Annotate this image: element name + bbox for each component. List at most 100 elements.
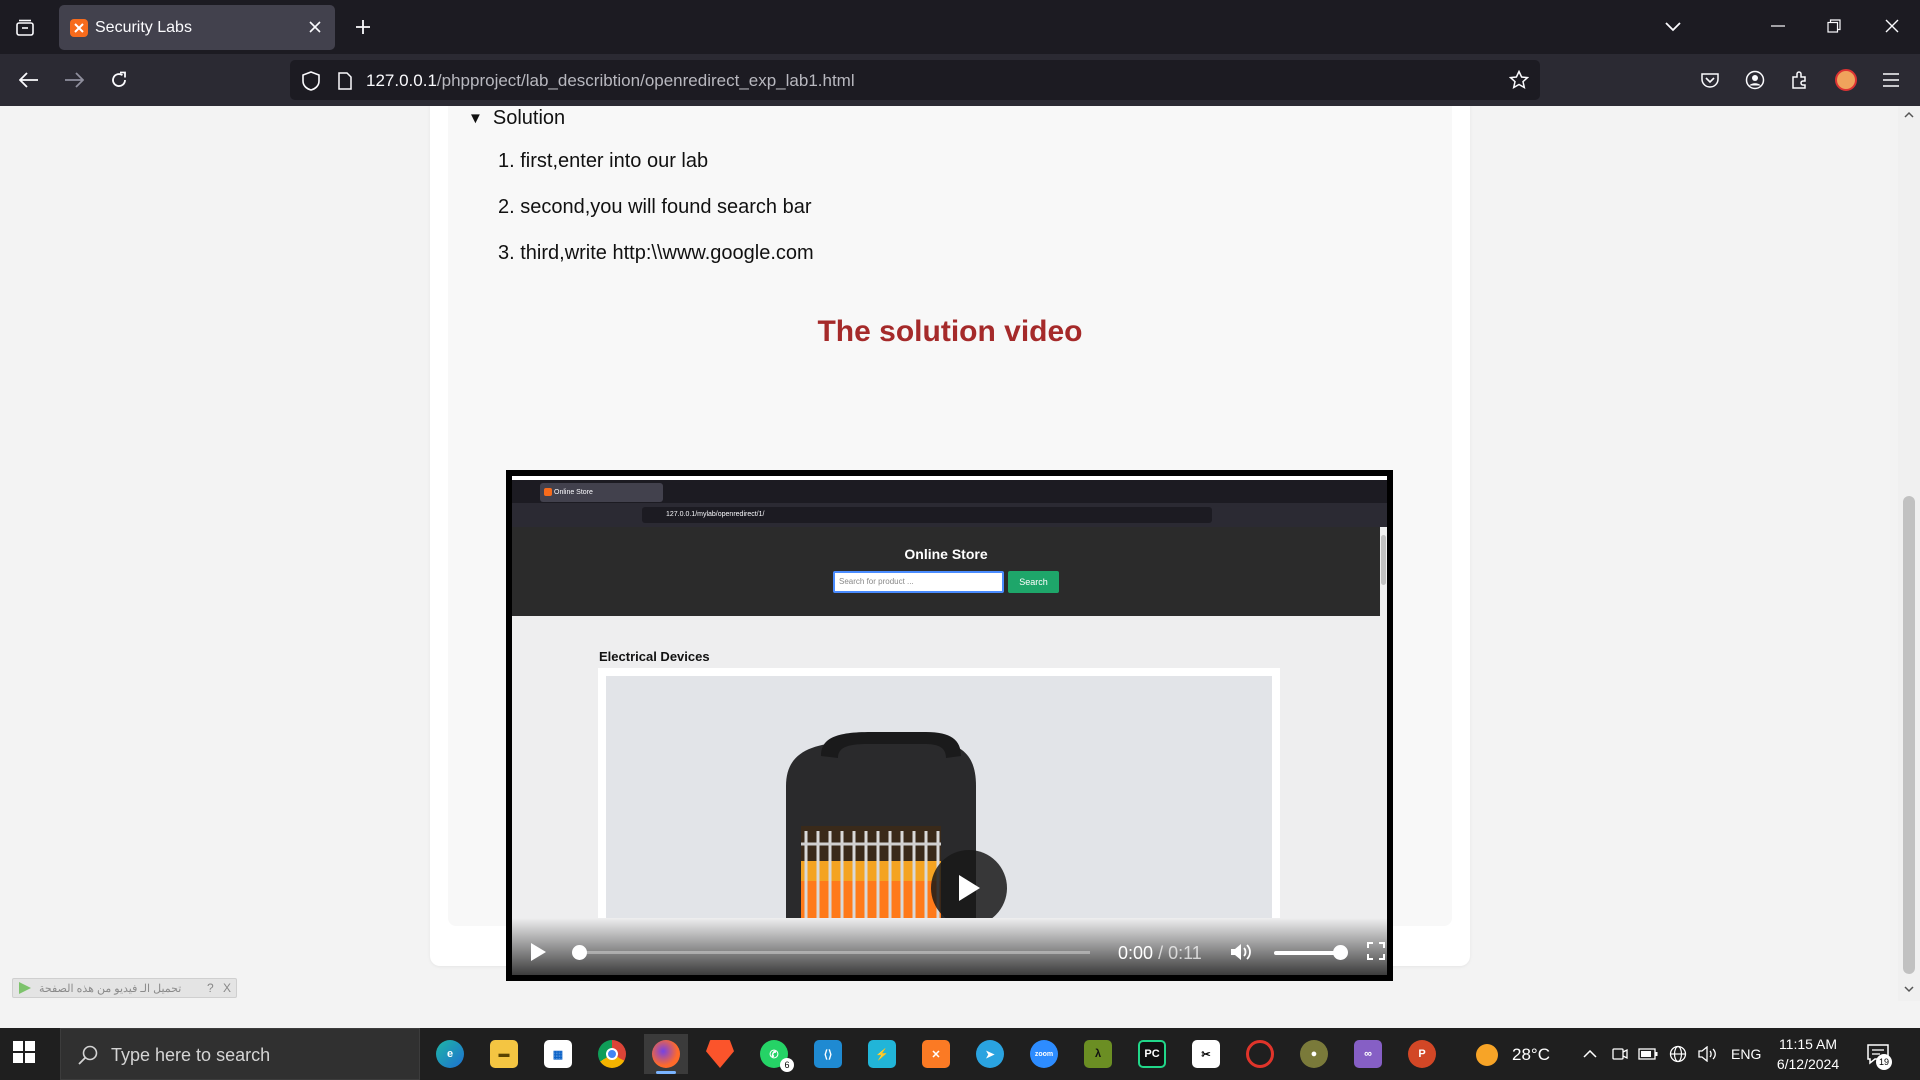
disclosure-triangle-icon: ▼ xyxy=(468,110,483,127)
volume-icon[interactable] xyxy=(1230,942,1252,962)
url-text: 127.0.0.1/phpproject/lab_describtion/ope… xyxy=(366,71,855,90)
solution-steps: 1. first,enter into our lab 2. second,yo… xyxy=(498,150,814,288)
address-bar[interactable]: 127.0.0.1/phpproject/lab_describtion/ope… xyxy=(290,60,1540,100)
video-progress-thumb[interactable] xyxy=(572,945,587,960)
pycharm-icon[interactable]: PC xyxy=(1130,1034,1174,1074)
heater-image xyxy=(606,676,1272,918)
page-viewport: ▼ Solution 1. first,enter into our lab 2… xyxy=(0,106,1898,1001)
telegram-icon[interactable]: ➤ xyxy=(968,1034,1012,1074)
vscode-icon[interactable]: ⟨⟩ xyxy=(806,1034,850,1074)
powerpoint-icon[interactable]: P xyxy=(1400,1034,1444,1074)
video-download-helper-bar[interactable]: تحميل الـ فيديو من هذه الصفحة ? X xyxy=(12,978,237,998)
file-explorer-icon[interactable]: ▬ xyxy=(482,1034,526,1074)
tracking-protection-shield-icon[interactable] xyxy=(300,70,322,92)
app-bolt-icon[interactable]: ⚡ xyxy=(860,1034,904,1074)
extension-avatar-icon[interactable] xyxy=(1831,65,1861,95)
new-tab-icon[interactable] xyxy=(348,12,378,42)
chrome-icon[interactable] xyxy=(590,1034,634,1074)
video-store-search-button: Search xyxy=(1008,571,1059,593)
back-icon[interactable] xyxy=(12,63,46,97)
solution-video-player[interactable]: Online Store 127.0.0.1/mylab/openredirec… xyxy=(506,470,1393,981)
scroll-down-icon[interactable] xyxy=(1904,984,1914,994)
notification-count-badge: 19 xyxy=(1876,1054,1892,1070)
video-time: 0:00 / 0:11 xyxy=(1118,943,1202,964)
firefox-icon[interactable] xyxy=(644,1034,688,1074)
page-scroll-thumb[interactable] xyxy=(1903,496,1915,974)
tab-security-labs[interactable]: Security Labs xyxy=(59,5,335,50)
visual-studio-icon[interactable]: ∞ xyxy=(1346,1034,1390,1074)
network-globe-icon[interactable] xyxy=(1668,1044,1688,1064)
video-frame: Online Store 127.0.0.1/mylab/openredirec… xyxy=(512,476,1387,975)
page-scrollbar[interactable] xyxy=(1898,106,1920,1001)
taskbar-search-icon xyxy=(78,1045,98,1065)
speaker-icon[interactable] xyxy=(1698,1044,1718,1064)
windows-taskbar: Type here to search e ▬ ▦ ✆ 6 ⟨⟩ ⚡ ✕ ➤ zo… xyxy=(0,1028,1920,1080)
account-icon[interactable] xyxy=(1740,65,1770,95)
whatsapp-badge: 6 xyxy=(780,1058,794,1072)
video-frame-tab: Online Store xyxy=(540,483,663,502)
helper-help-icon[interactable]: ? xyxy=(207,981,214,995)
whatsapp-icon[interactable]: ✆ 6 xyxy=(752,1034,796,1074)
battery-icon[interactable] xyxy=(1638,1044,1658,1064)
zoom-icon[interactable]: zoom xyxy=(1022,1034,1066,1074)
pocket-icon[interactable] xyxy=(1695,65,1725,95)
extensions-icon[interactable] xyxy=(1785,65,1815,95)
video-play-overlay-icon[interactable] xyxy=(931,850,1007,918)
recorder-icon[interactable] xyxy=(1238,1034,1282,1074)
video-frame-scrollbar xyxy=(1380,527,1387,975)
tab-list-icon[interactable] xyxy=(8,11,42,45)
restore-icon[interactable] xyxy=(1812,6,1856,46)
download-play-icon xyxy=(19,982,31,994)
scroll-up-icon[interactable] xyxy=(1904,110,1914,120)
play-icon[interactable] xyxy=(528,942,548,962)
clock-time: 11:15 AM xyxy=(1778,1036,1838,1052)
bookmark-star-icon[interactable] xyxy=(1508,69,1530,91)
solution-summary-label: Solution xyxy=(492,107,566,129)
taskbar-clock[interactable]: 11:15 AM 6/12/2024 xyxy=(1772,1034,1844,1074)
reload-icon[interactable] xyxy=(102,63,136,97)
video-store-title: Online Store xyxy=(904,546,988,562)
weather-sun-icon[interactable] xyxy=(1476,1044,1498,1066)
video-store-header: Online Store Search for product ... Sear… xyxy=(512,527,1380,616)
video-store-search-input: Search for product ... xyxy=(833,571,1004,593)
tab-close-icon[interactable] xyxy=(305,17,325,37)
show-hidden-icons-chevron-icon[interactable] xyxy=(1580,1044,1600,1064)
video-section-title: Electrical Devices xyxy=(599,649,710,664)
video-progress-track[interactable] xyxy=(580,951,1090,954)
video-product-card xyxy=(598,668,1280,918)
video-heading: The solution video xyxy=(817,315,1083,348)
video-current-time: 0:00 xyxy=(1118,943,1154,963)
input-language[interactable]: ENG xyxy=(1731,1046,1761,1062)
minimize-icon[interactable] xyxy=(1756,6,1800,46)
video-time-separator: / xyxy=(1158,943,1164,963)
video-frame-tab-bar: Online Store xyxy=(512,476,1387,503)
solution-disclosure[interactable]: ▼ Solution xyxy=(468,107,565,130)
brave-icon[interactable] xyxy=(698,1034,742,1074)
list-all-tabs-chevron-icon[interactable] xyxy=(1658,12,1688,42)
solution-step: 3. third,write http:\\www.google.com xyxy=(498,242,814,264)
solution-step: 2. second,you will found search bar xyxy=(498,196,812,218)
video-controls: 0:00 / 0:11 xyxy=(512,918,1387,975)
forward-icon[interactable] xyxy=(57,63,91,97)
helper-close-icon[interactable]: X xyxy=(223,981,231,995)
tab-title: Security Labs xyxy=(95,19,192,36)
app-ball-icon[interactable]: ● xyxy=(1292,1034,1336,1074)
page-info-icon[interactable] xyxy=(334,70,356,92)
video-frame-nav-bar: 127.0.0.1/mylab/openredirect/1/ xyxy=(512,503,1387,527)
lambda-app-icon[interactable]: λ xyxy=(1076,1034,1120,1074)
capcut-icon[interactable]: ✂ xyxy=(1184,1034,1228,1074)
xampp-favicon-icon xyxy=(70,19,88,37)
meet-now-icon[interactable] xyxy=(1610,1044,1630,1064)
xampp-icon[interactable]: ✕ xyxy=(914,1034,958,1074)
taskbar-search-placeholder: Type here to search xyxy=(111,1045,271,1065)
volume-slider-thumb[interactable] xyxy=(1333,945,1349,960)
fullscreen-icon[interactable] xyxy=(1367,942,1385,960)
menu-hamburger-icon[interactable] xyxy=(1876,65,1906,95)
browser-nav-bar: 127.0.0.1/phpproject/lab_describtion/ope… xyxy=(0,54,1920,106)
close-window-icon[interactable] xyxy=(1870,6,1914,46)
microsoft-store-icon[interactable]: ▦ xyxy=(536,1034,580,1074)
windows-start-icon[interactable] xyxy=(12,1040,40,1068)
taskbar-search-box[interactable]: Type here to search xyxy=(60,1028,420,1080)
weather-temperature[interactable]: 28°C xyxy=(1512,1045,1550,1065)
edge-icon[interactable]: e xyxy=(428,1034,472,1074)
